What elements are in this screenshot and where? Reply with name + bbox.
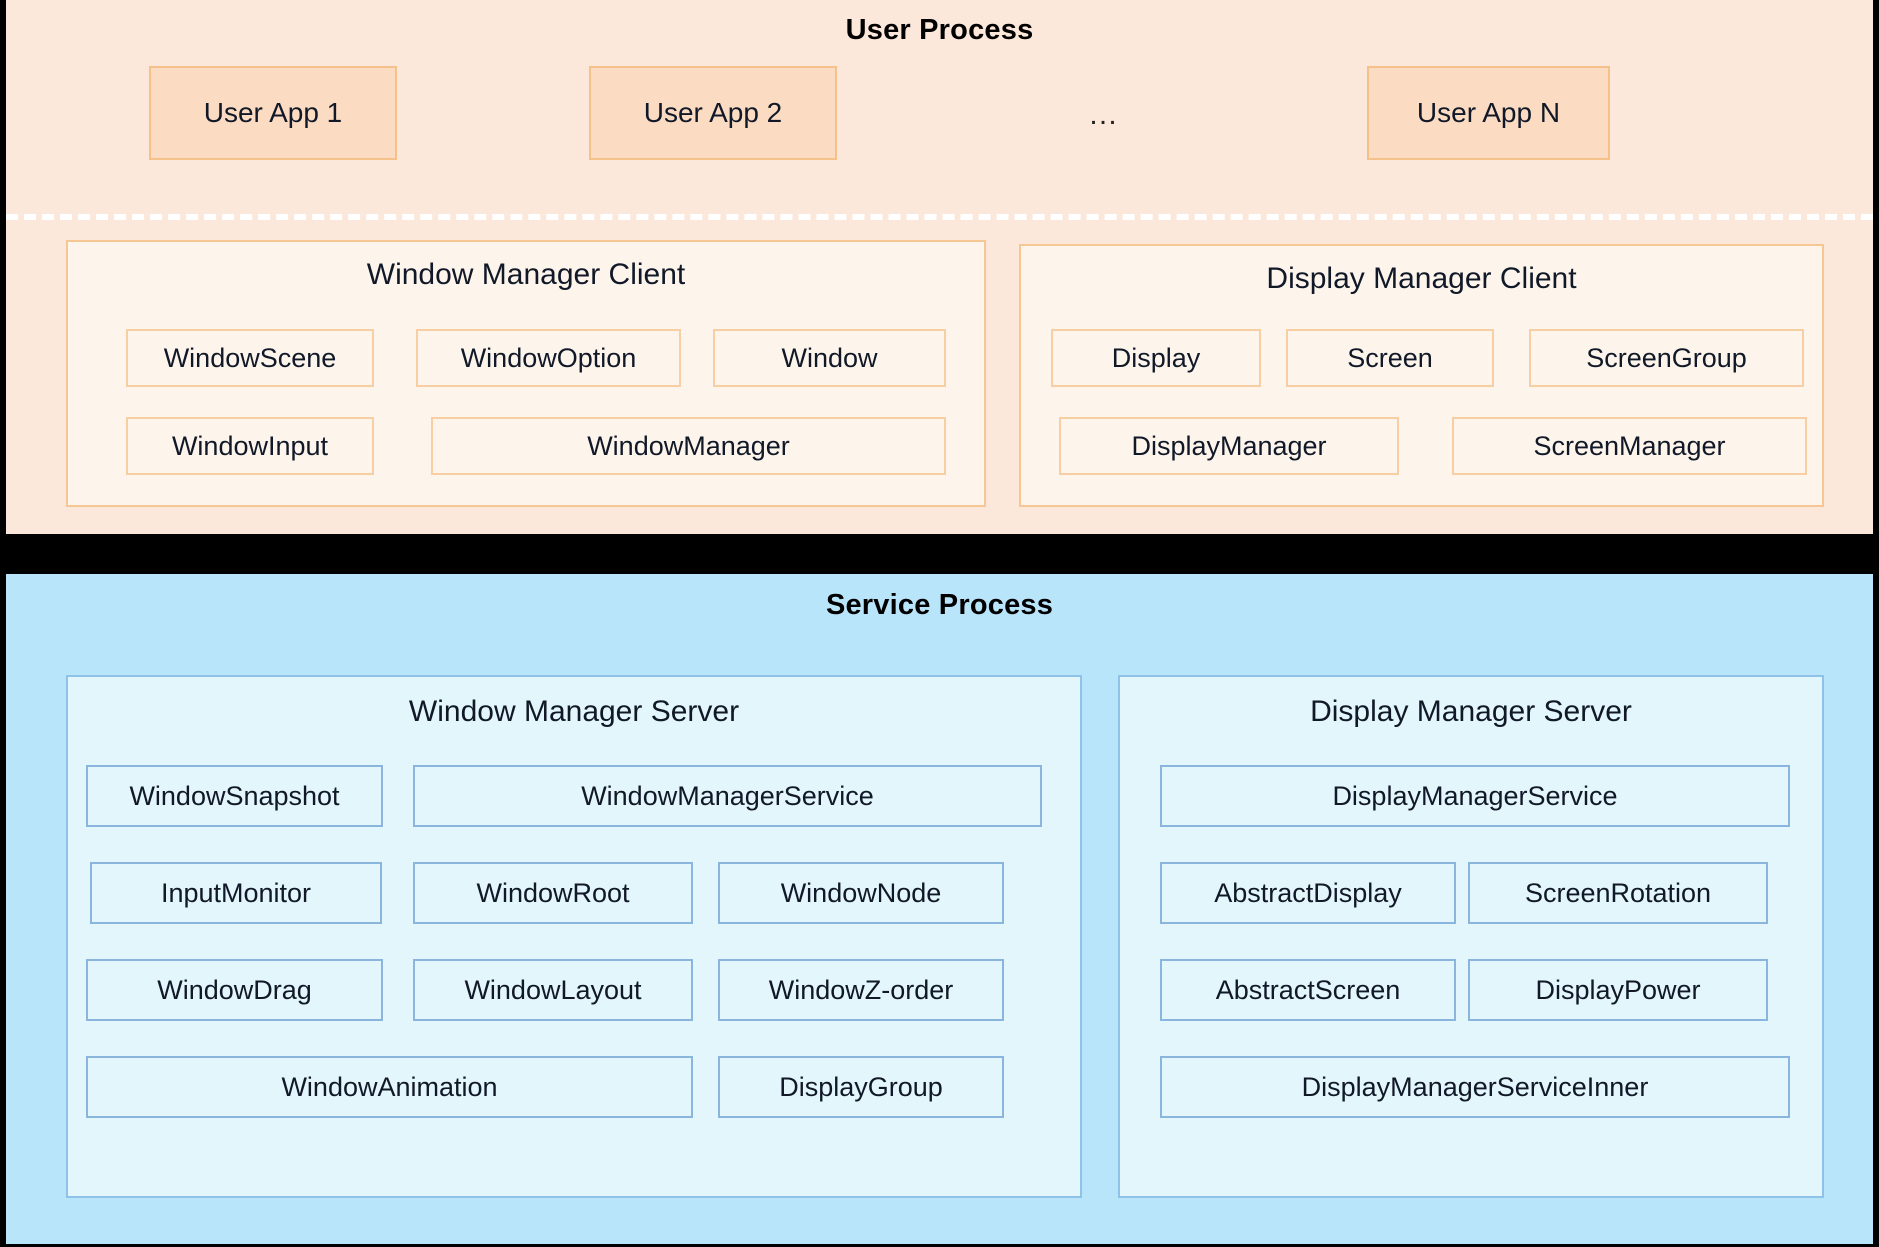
- module-box-windowinput: WindowInput: [126, 417, 374, 475]
- user-process-title: User Process: [6, 14, 1873, 47]
- user-app-box-user-app-2: User App 2: [589, 66, 837, 160]
- module-box-windowz-order: WindowZ-order: [718, 959, 1004, 1021]
- module-box-abstractdisplay: AbstractDisplay: [1160, 862, 1456, 924]
- module-box-screenmanager: ScreenManager: [1452, 417, 1807, 475]
- process-boundary-divider: [6, 214, 1873, 220]
- module-box-screengroup: ScreenGroup: [1529, 329, 1804, 387]
- module-box-windowmanager: WindowManager: [431, 417, 946, 475]
- panel-title-window-manager-client: Window Manager Client: [68, 258, 984, 292]
- module-box-windowmanagerservice: WindowManagerService: [413, 765, 1042, 827]
- module-box-windowlayout: WindowLayout: [413, 959, 693, 1021]
- module-box-screen: Screen: [1286, 329, 1494, 387]
- panel-title-display-manager-client: Display Manager Client: [1021, 262, 1822, 296]
- panel-window-manager-server: Window Manager Server WindowSnapshot Windo…: [66, 675, 1082, 1198]
- module-box-displaygroup: DisplayGroup: [718, 1056, 1004, 1118]
- module-box-displaymanagerserviceinner: DisplayManagerServiceInner: [1160, 1056, 1790, 1118]
- user-app-box-user-app-n: User App N: [1367, 66, 1610, 160]
- module-box-windowanimation: WindowAnimation: [86, 1056, 693, 1118]
- panel-title-display-manager-server: Display Manager Server: [1120, 695, 1822, 729]
- architecture-diagram-canvas: User Process User App 1 User App 2 User Ap…: [0, 0, 1879, 1247]
- module-box-inputmonitor: InputMonitor: [90, 862, 382, 924]
- panel-title-window-manager-server: Window Manager Server: [68, 695, 1080, 729]
- user-process-band: User Process User App 1 User App 2 User Ap…: [6, 0, 1873, 534]
- apps-ellipsis: …: [1074, 98, 1134, 132]
- module-box-windowoption: WindowOption: [416, 329, 681, 387]
- module-box-abstractscreen: AbstractScreen: [1160, 959, 1456, 1021]
- module-box-windownode: WindowNode: [718, 862, 1004, 924]
- module-box-window: Window: [713, 329, 946, 387]
- module-box-screenrotation: ScreenRotation: [1468, 862, 1768, 924]
- module-box-windowdrag: WindowDrag: [86, 959, 383, 1021]
- panel-display-manager-client: Display Manager Client Display Screen Scree…: [1019, 244, 1824, 507]
- module-box-displaymanagerservice: DisplayManagerService: [1160, 765, 1790, 827]
- panel-display-manager-server: Display Manager Server DisplayManagerServ…: [1118, 675, 1824, 1198]
- module-box-display: Display: [1051, 329, 1261, 387]
- module-box-displaypower: DisplayPower: [1468, 959, 1768, 1021]
- service-process-band: Service Process Window Manager ServerWin…: [6, 574, 1873, 1244]
- user-app-box-user-app-1: User App 1: [149, 66, 397, 160]
- module-box-windowscene: WindowScene: [126, 329, 374, 387]
- module-box-displaymanager: DisplayManager: [1059, 417, 1399, 475]
- panel-window-manager-client: Window Manager Client WindowScene WindowOp…: [66, 240, 986, 507]
- module-box-windowsnapshot: WindowSnapshot: [86, 765, 383, 827]
- module-box-windowroot: WindowRoot: [413, 862, 693, 924]
- service-process-title: Service Process: [6, 589, 1873, 622]
